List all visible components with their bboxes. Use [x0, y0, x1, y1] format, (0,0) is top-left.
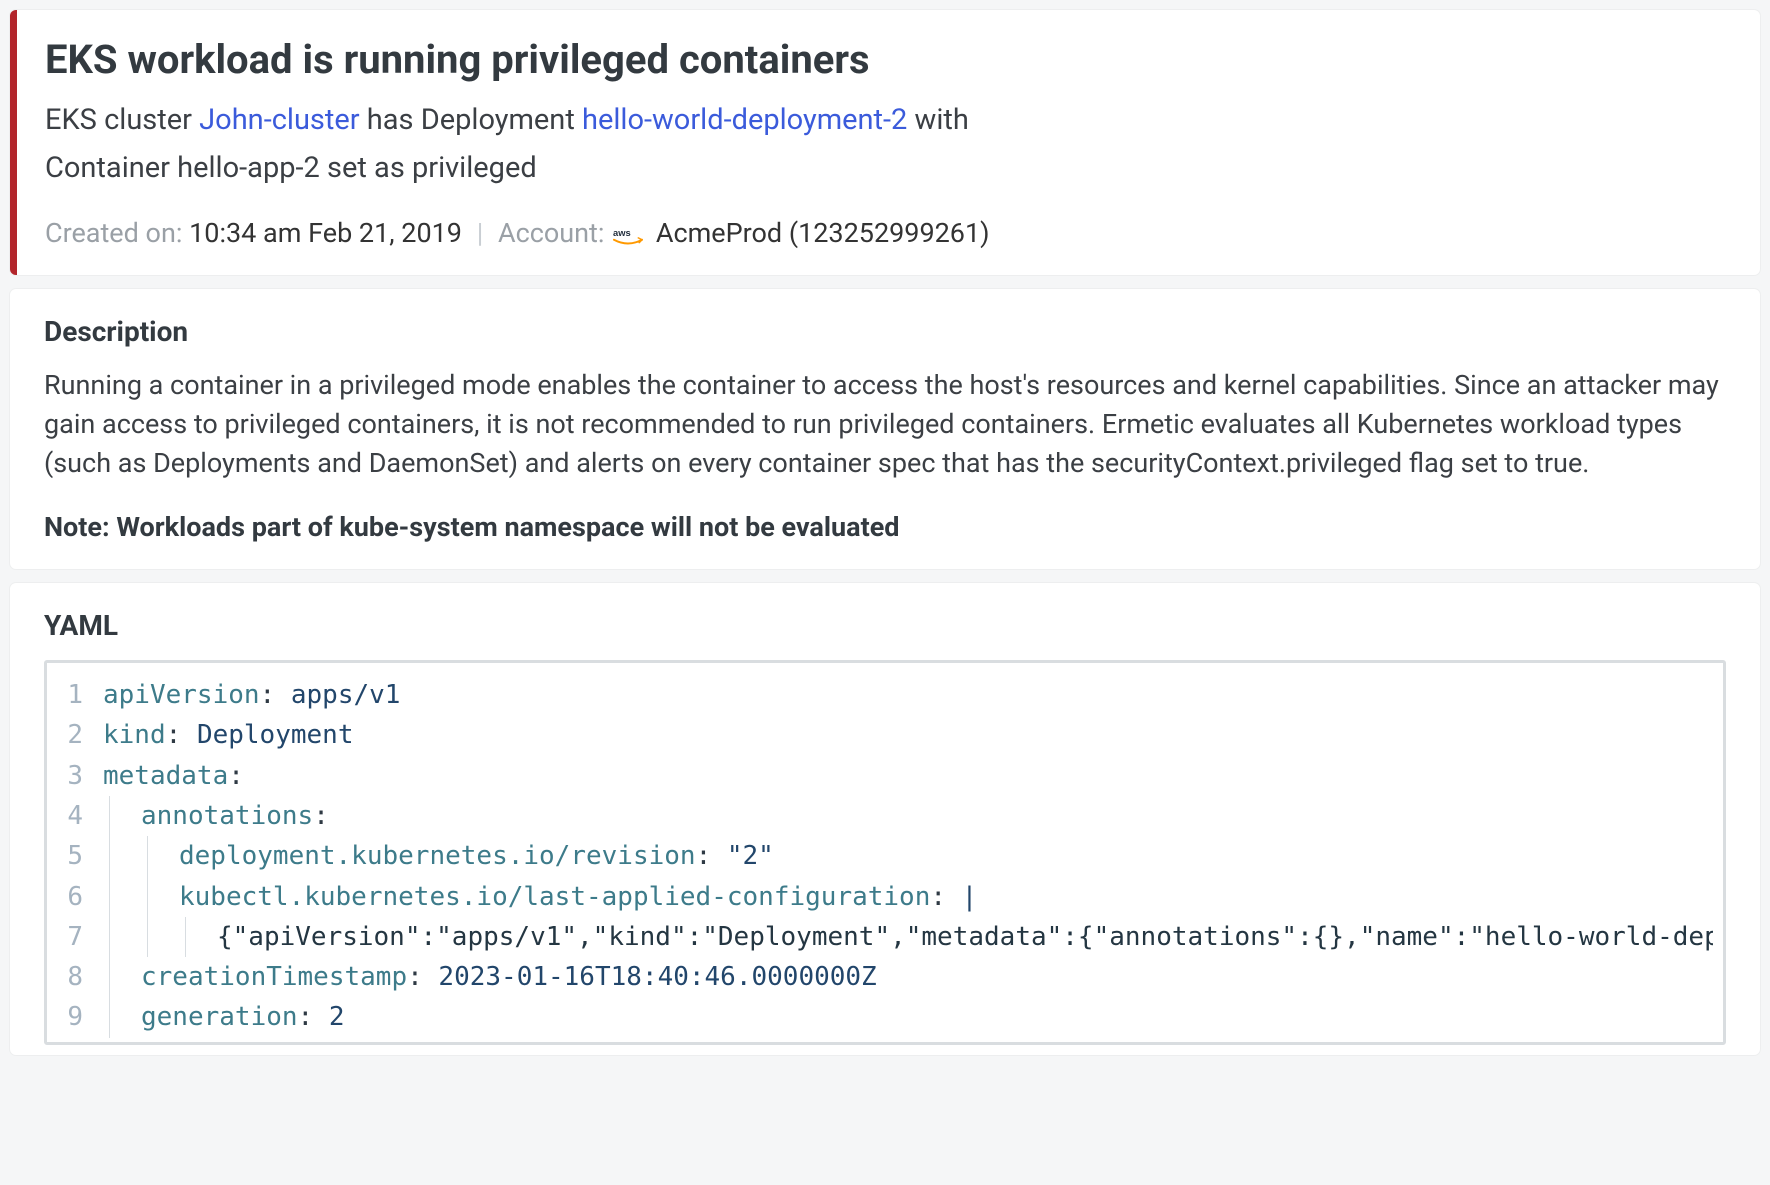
deployment-link[interactable]: hello-world-deployment-2: [582, 103, 907, 137]
code-content: apiVersion: apps/v1: [103, 675, 1713, 715]
line-number: 2: [57, 715, 103, 755]
aws-icon: aws: [613, 222, 643, 244]
code-line: 9generation: 2: [57, 997, 1713, 1037]
subtitle-text-mid: has Deployment: [360, 103, 582, 137]
description-heading: Description: [44, 315, 1726, 348]
code-line: 4annotations:: [57, 796, 1713, 836]
code-line: 5deployment.kubernetes.io/revision: "2": [57, 836, 1713, 876]
cluster-link[interactable]: John-cluster: [199, 103, 359, 137]
line-number: 1: [57, 675, 103, 715]
code-line: 8creationTimestamp: 2023-01-16T18:40:46.…: [57, 957, 1713, 997]
code-content: generation: 2: [103, 997, 1713, 1037]
line-number: 8: [57, 957, 103, 997]
account-label: Account:: [498, 217, 611, 249]
line-number: 5: [57, 836, 103, 876]
created-on-value: 10:34 am Feb 21, 2019: [189, 217, 462, 249]
finding-title: EKS workload is running privileged conta…: [45, 36, 1726, 83]
code-content: kind: Deployment: [103, 715, 1713, 755]
code-line: 6kubectl.kubernetes.io/last-applied-conf…: [57, 877, 1713, 917]
line-number: 7: [57, 917, 103, 957]
description-card: Description Running a container in a pri…: [10, 289, 1760, 569]
code-content: annotations:: [103, 796, 1713, 836]
finding-meta-row: Created on: 10:34 am Feb 21, 2019 | Acco…: [45, 217, 1726, 249]
subtitle-line2: Container hello-app-2 set as privileged: [45, 151, 537, 185]
yaml-card: YAML 1apiVersion: apps/v12kind: Deployme…: [10, 583, 1760, 1055]
line-number: 6: [57, 877, 103, 917]
line-number: 9: [57, 997, 103, 1037]
yaml-code-block[interactable]: 1apiVersion: apps/v12kind: Deployment3me…: [44, 660, 1726, 1045]
code-content: {"apiVersion":"apps/v1","kind":"Deployme…: [103, 917, 1713, 957]
code-line: 1apiVersion: apps/v1: [57, 675, 1713, 715]
description-note: Note: Workloads part of kube-system name…: [44, 511, 1726, 543]
description-body: Running a container in a privileged mode…: [44, 366, 1726, 483]
meta-divider: |: [477, 217, 484, 249]
line-number: 4: [57, 796, 103, 836]
yaml-heading: YAML: [44, 609, 1726, 642]
code-line: 2kind: Deployment: [57, 715, 1713, 755]
code-content: metadata:: [103, 756, 1713, 796]
finding-header-card: EKS workload is running privileged conta…: [10, 10, 1760, 275]
code-content: deployment.kubernetes.io/revision: "2": [103, 836, 1713, 876]
line-number: 3: [57, 756, 103, 796]
code-content: kubectl.kubernetes.io/last-applied-confi…: [103, 877, 1713, 917]
subtitle-text-prefix: EKS cluster: [45, 103, 199, 137]
account-value: AcmeProd (123252999261): [656, 217, 990, 249]
svg-text:aws: aws: [613, 228, 631, 238]
code-line: 3metadata:: [57, 756, 1713, 796]
finding-subtitle: EKS cluster John-cluster has Deployment …: [45, 97, 1726, 193]
code-content: creationTimestamp: 2023-01-16T18:40:46.0…: [103, 957, 1713, 997]
created-on-label: Created on:: [45, 217, 189, 249]
code-line: 7{"apiVersion":"apps/v1","kind":"Deploym…: [57, 917, 1713, 957]
subtitle-text-suffix: with: [907, 103, 969, 137]
